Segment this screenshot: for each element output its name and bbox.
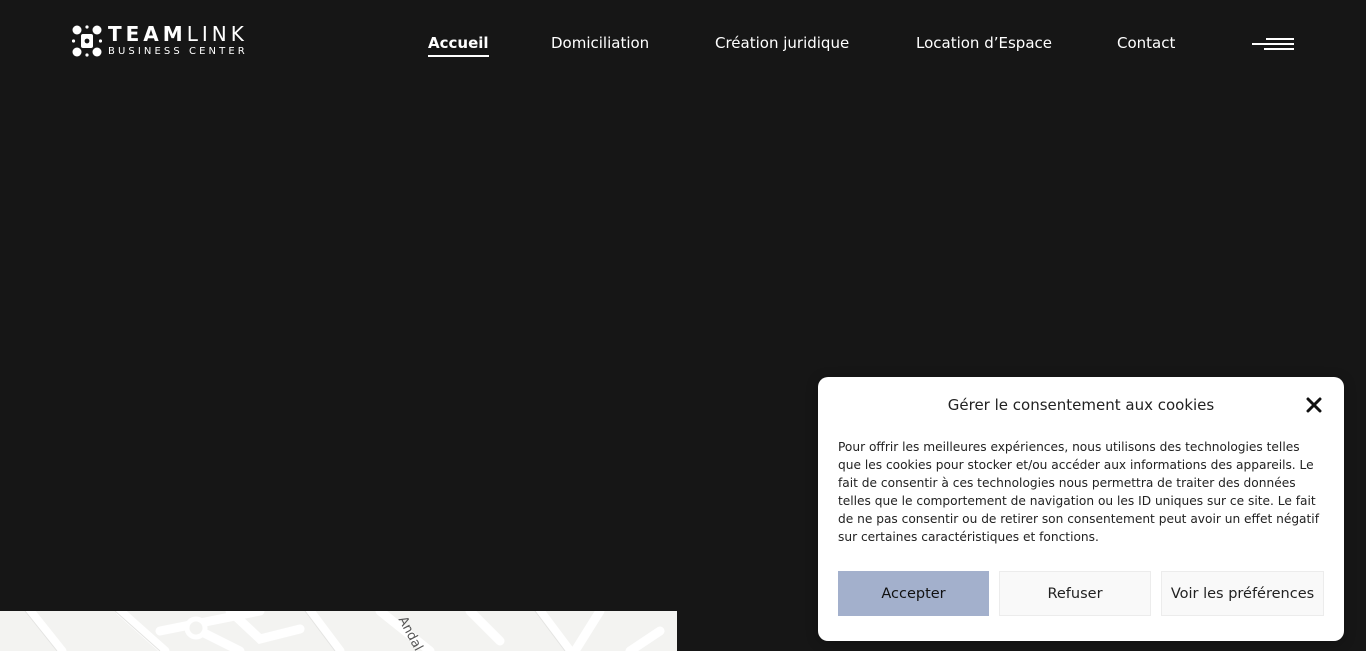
site-logo[interactable]: TEAMLINK BUSINESS CENTER <box>72 24 248 58</box>
nav-item-domiciliation[interactable]: Domiciliation <box>551 33 649 53</box>
accept-button[interactable]: Accepter <box>838 571 989 616</box>
logo-text: TEAMLINK BUSINESS CENTER <box>108 24 248 58</box>
refuse-button[interactable]: Refuser <box>999 571 1151 616</box>
map-roads <box>24 611 665 651</box>
map-embed[interactable] <box>0 611 677 651</box>
hamburger-line-middle <box>1252 43 1294 45</box>
cookie-title: Gérer le consentement aux cookies <box>947 396 1215 414</box>
logo-tagline: BUSINESS CENTER <box>108 46 248 57</box>
nav-item-accueil[interactable]: Accueil <box>428 33 489 57</box>
logo-title-bold: TEAM <box>108 22 187 46</box>
nav-item-creation-juridique[interactable]: Création juridique <box>715 33 849 53</box>
cookie-consent-dialog: Gérer le consentement aux cookies Pour o… <box>818 377 1344 641</box>
page: TEAMLINK BUSINESS CENTER Accueil Domicil… <box>0 0 1366 651</box>
hamburger-line-bottom <box>1264 48 1294 50</box>
logo-title: TEAMLINK <box>108 24 248 44</box>
view-preferences-button[interactable]: Voir les préférences <box>1161 571 1324 616</box>
close-icon[interactable] <box>1304 395 1324 415</box>
hamburger-icon[interactable] <box>1252 36 1294 52</box>
logo-mark-icon <box>72 25 102 57</box>
cookie-description: Pour offrir les meilleures expériences, … <box>838 440 1319 544</box>
nav-item-location-espace[interactable]: Location d’Espace <box>916 33 1052 53</box>
nav-item-contact[interactable]: Contact <box>1117 33 1175 53</box>
hamburger-line-top <box>1266 38 1294 40</box>
close-icon-glyph <box>1306 397 1322 413</box>
logo-title-light: LINK <box>186 22 248 46</box>
